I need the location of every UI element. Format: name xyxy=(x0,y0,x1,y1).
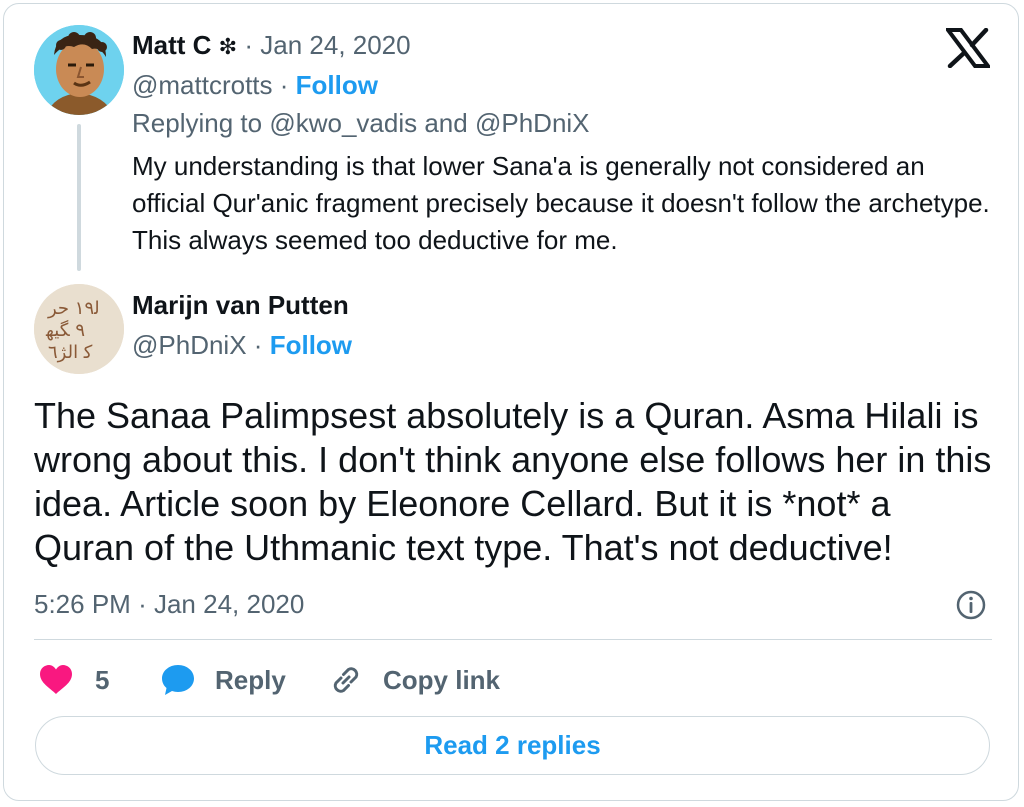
header-separator: · xyxy=(244,30,254,60)
svg-text:٩ ﮕﯿﻬ: ٩ ﮕﯿﻬ xyxy=(45,319,85,341)
like-count: 5 xyxy=(95,665,110,695)
svg-text:ﻟ۱۹ ﺣﺮ: ﻟ۱۹ ﺣﺮ xyxy=(47,298,100,319)
copy-link-icon[interactable] xyxy=(328,662,364,698)
parent-tweet-header: Matt C ❇ · Jan 24, 2020 xyxy=(132,30,411,62)
replying-prefix: Replying to xyxy=(132,108,263,138)
timestamp-separator: · xyxy=(138,589,147,619)
replying-to-mention-2[interactable]: @PhDniX xyxy=(475,108,590,138)
main-handle-separator: · xyxy=(253,330,263,360)
info-icon[interactable] xyxy=(955,589,987,621)
like-heart-icon[interactable] xyxy=(38,662,74,698)
main-tweet-timestamp[interactable]: 5:26 PM · Jan 24, 2020 xyxy=(34,589,304,619)
svg-text:ﻛ ﺍﻟﮋ٦: ﻛ ﺍﻟﮋ٦ xyxy=(48,342,93,363)
parent-author-badge-icon: ❇ xyxy=(218,34,238,59)
main-author-handle[interactable]: @PhDniX xyxy=(132,330,247,360)
copy-link-button[interactable]: Copy link xyxy=(383,665,500,696)
reply-speech-bubble-icon[interactable] xyxy=(160,662,196,698)
main-tweet-time: 5:26 PM xyxy=(34,589,131,619)
follow-parent-author-button[interactable]: Follow xyxy=(296,70,378,100)
parent-handle-row: @mattcrotts · Follow xyxy=(132,70,378,100)
parent-tweet-date[interactable]: Jan 24, 2020 xyxy=(260,30,410,60)
main-tweet-text: The Sanaa Palimpsest absolutely is a Qur… xyxy=(34,395,992,568)
follow-main-author-button[interactable]: Follow xyxy=(270,330,352,360)
avatar-matt-c[interactable] xyxy=(34,25,124,115)
parent-author-name[interactable]: Matt C xyxy=(132,30,211,60)
main-handle-row: @PhDniX · Follow xyxy=(132,330,352,360)
read-replies-label: Read 2 replies xyxy=(424,730,601,760)
replying-and: and xyxy=(424,108,468,138)
thread-connector-line xyxy=(77,124,81,271)
avatar-marijn-van-putten[interactable]: ﻟ۱۹ ﺣﺮ ٩ ﮕﯿﻬ ﻛ ﺍﻟﮋ٦ xyxy=(34,284,124,374)
main-author-name[interactable]: Marijn van Putten xyxy=(132,290,349,320)
reply-button[interactable]: Reply xyxy=(215,665,286,696)
parent-tweet-text: My understanding is that lower Sana'a is… xyxy=(132,151,990,255)
replying-to-line: Replying to @kwo_vadis and @PhDniX xyxy=(132,108,590,138)
divider xyxy=(34,639,992,640)
x-logo-icon[interactable] xyxy=(944,27,992,69)
replying-to-mention-1[interactable]: @kwo_vadis xyxy=(269,108,417,138)
read-replies-button[interactable]: Read 2 replies xyxy=(35,716,990,775)
parent-author-handle[interactable]: @mattcrotts xyxy=(132,70,273,100)
handle-separator: · xyxy=(279,70,289,100)
main-tweet-date: Jan 24, 2020 xyxy=(153,589,305,619)
